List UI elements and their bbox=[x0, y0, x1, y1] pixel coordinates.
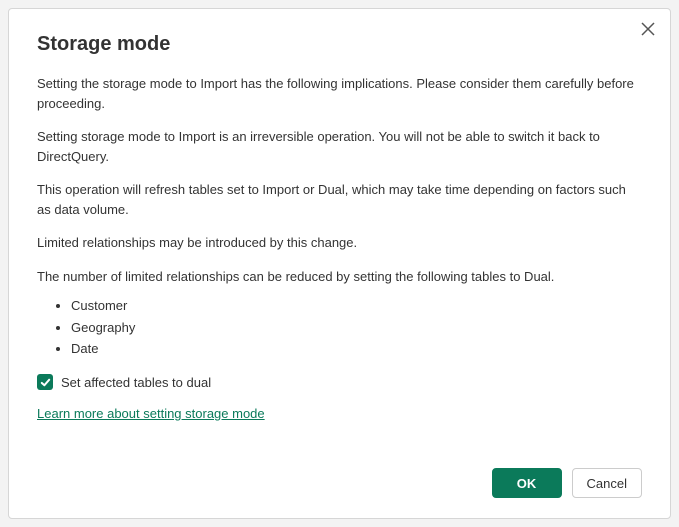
dialog-title: Storage mode bbox=[37, 33, 642, 56]
dialog-footer: OK Cancel bbox=[37, 468, 642, 498]
affected-tables-list: Customer Geography Date bbox=[37, 296, 642, 359]
storage-mode-dialog: Storage mode Setting the storage mode to… bbox=[8, 8, 671, 519]
paragraph-reduce: The number of limited relationships can … bbox=[37, 267, 642, 287]
checkbox-checked[interactable] bbox=[37, 374, 53, 390]
list-item: Date bbox=[71, 339, 642, 359]
check-icon bbox=[40, 377, 51, 388]
close-icon bbox=[641, 22, 655, 36]
cancel-button[interactable]: Cancel bbox=[572, 468, 642, 498]
paragraph-refresh: This operation will refresh tables set t… bbox=[37, 180, 642, 219]
learn-more-link[interactable]: Learn more about setting storage mode bbox=[37, 404, 265, 424]
list-item: Customer bbox=[71, 296, 642, 316]
paragraph-irreversible: Setting storage mode to Import is an irr… bbox=[37, 127, 642, 166]
paragraph-intro: Setting the storage mode to Import has t… bbox=[37, 74, 642, 113]
ok-button[interactable]: OK bbox=[492, 468, 562, 498]
checkbox-label: Set affected tables to dual bbox=[61, 373, 211, 393]
close-button[interactable] bbox=[638, 19, 658, 39]
paragraph-relationships: Limited relationships may be introduced … bbox=[37, 233, 642, 253]
dialog-content: Setting the storage mode to Import has t… bbox=[37, 74, 642, 452]
set-dual-checkbox-row[interactable]: Set affected tables to dual bbox=[37, 373, 642, 393]
list-item: Geography bbox=[71, 318, 642, 338]
